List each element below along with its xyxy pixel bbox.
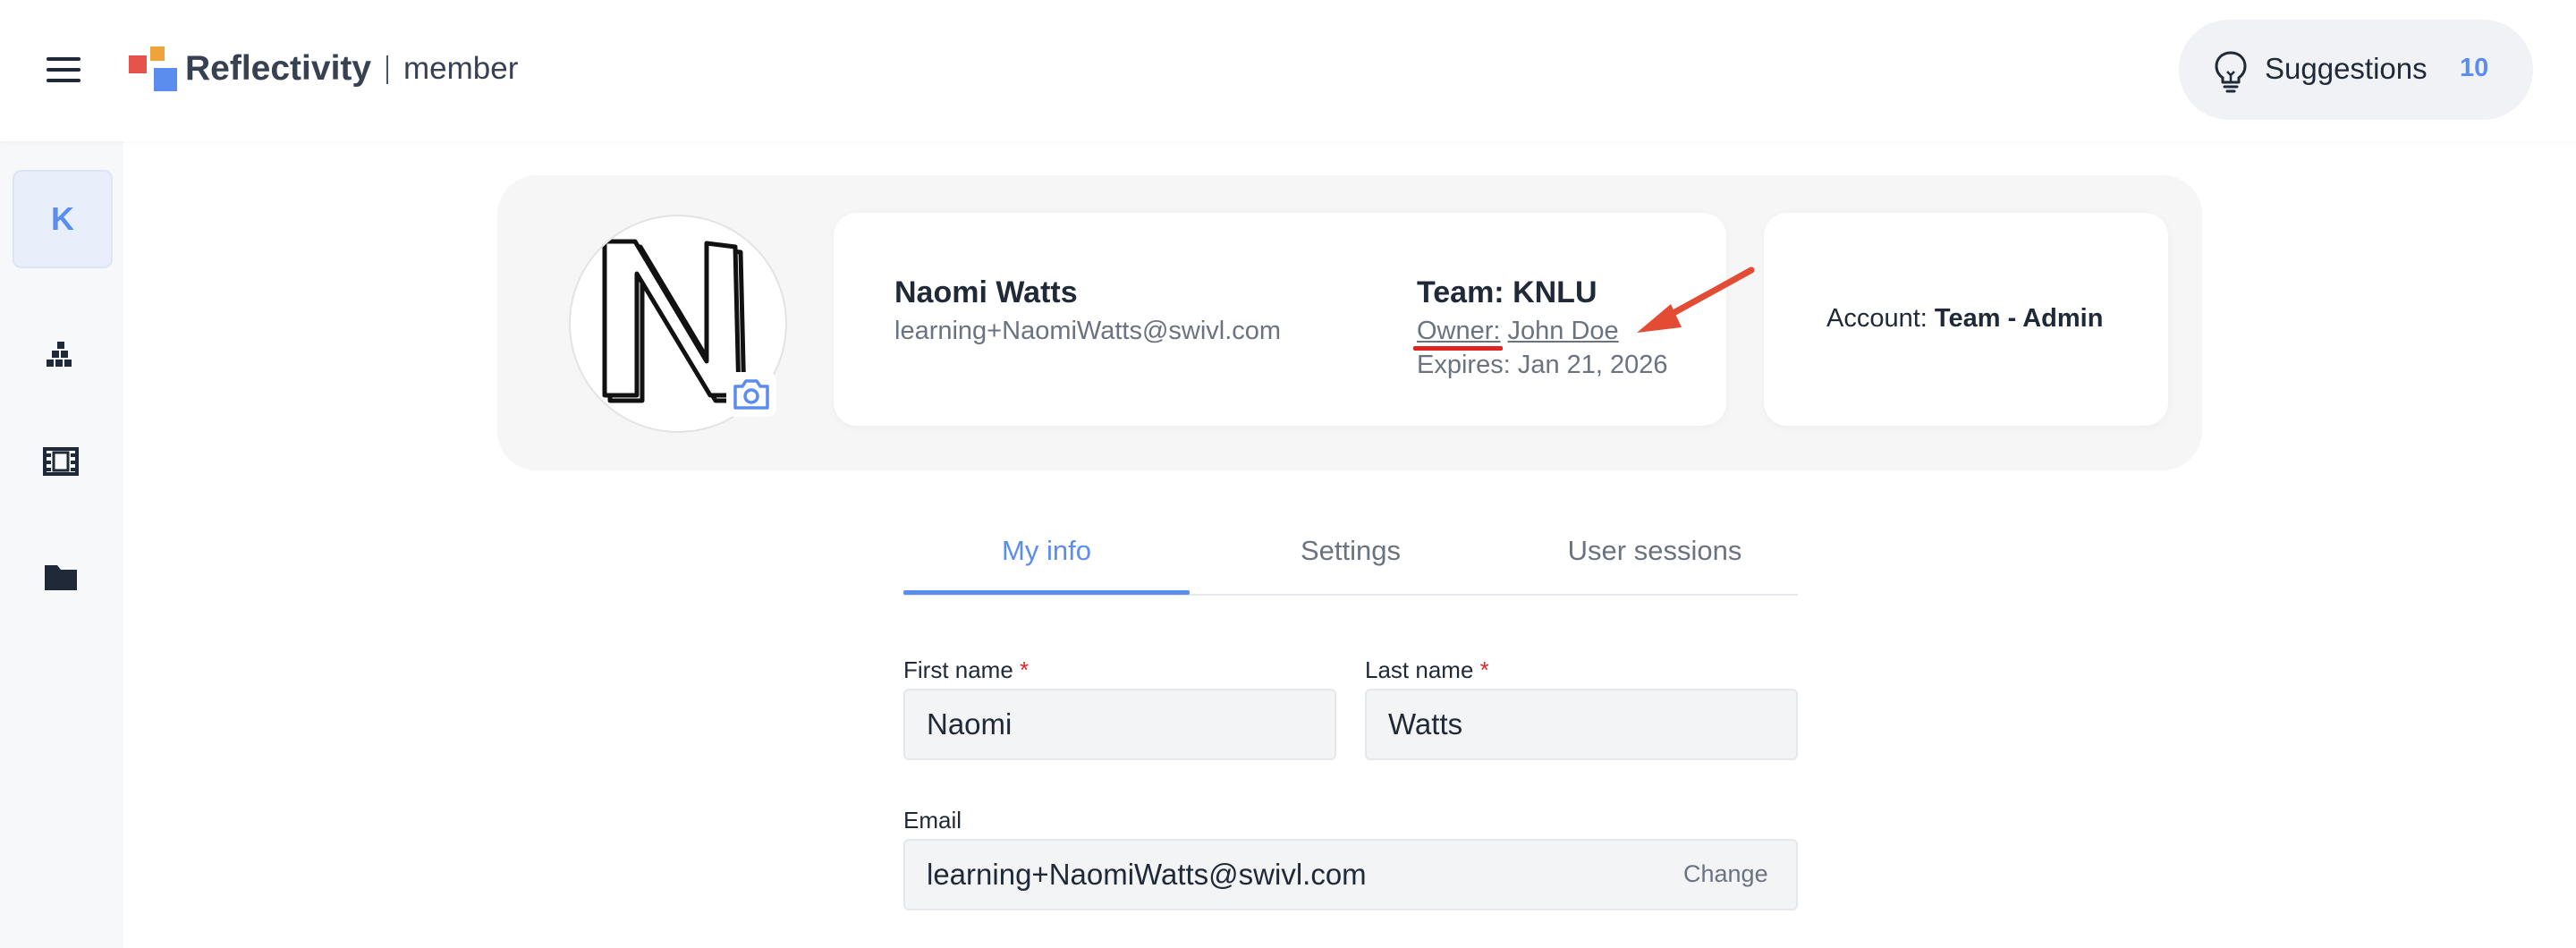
account-label: Account: — [1826, 304, 1928, 333]
last-name-label: Last name * — [1365, 656, 1489, 684]
owner-link[interactable]: John Doe — [1508, 317, 1619, 345]
folder-icon[interactable] — [36, 553, 86, 603]
email-label: Email — [903, 807, 962, 834]
last-name-label-text: Last name — [1365, 656, 1474, 683]
lightbulb-icon — [2215, 51, 2247, 93]
first-name-label: First name * — [903, 656, 1029, 684]
tab-user-sessions[interactable]: User sessions — [1512, 535, 1798, 567]
suggestions-label: Suggestions — [2265, 52, 2428, 85]
required-marker: * — [1479, 656, 1489, 683]
top-bar: Reflectivity member Suggestions 10 — [0, 0, 2576, 141]
first-name-input[interactable]: Naomi — [903, 689, 1336, 760]
user-email: learning+NaomiWatts@swivl.com — [894, 317, 1282, 345]
account-value: Team - Admin — [1934, 304, 2104, 333]
required-marker: * — [1020, 656, 1030, 683]
menu-icon[interactable] — [47, 57, 80, 82]
user-role: member — [403, 51, 519, 86]
last-name-input[interactable]: Watts — [1365, 689, 1798, 760]
change-photo-button[interactable] — [726, 372, 776, 417]
bar-chart-icon[interactable] — [36, 329, 86, 379]
team-expires: Expires: Jan 21, 2026 — [1417, 351, 1668, 379]
team-avatar[interactable]: K — [13, 170, 113, 268]
suggestions-count-badge: 10 — [2460, 54, 2489, 82]
logo-icon — [129, 47, 179, 91]
team-owner: Owner: John Doe — [1417, 317, 1619, 346]
first-name-label-text: First name — [903, 656, 1013, 683]
email-input: learning+NaomiWatts@swivl.com — [903, 839, 1798, 910]
brand-name[interactable]: Reflectivity — [185, 49, 371, 89]
tab-settings[interactable]: Settings — [1208, 535, 1494, 567]
team-name: Team: KNLU — [1417, 275, 1597, 309]
change-email-button[interactable]: Change — [1683, 860, 1768, 888]
user-name: Naomi Watts — [894, 275, 1078, 309]
tab-my-info[interactable]: My info — [903, 535, 1190, 567]
brand-divider — [386, 55, 388, 84]
owner-label[interactable]: Owner: — [1417, 317, 1500, 345]
suggestions-button[interactable]: Suggestions 10 — [2179, 20, 2533, 120]
email-value: learning+NaomiWatts@swivl.com — [927, 858, 1367, 891]
camera-icon — [733, 379, 769, 410]
film-icon[interactable] — [36, 436, 86, 487]
annotation-arrow-icon — [1637, 267, 1755, 333]
account-type: Account: Team - Admin — [1826, 304, 2103, 334]
active-tab-indicator — [903, 590, 1190, 595]
sidebar: K — [0, 141, 123, 948]
